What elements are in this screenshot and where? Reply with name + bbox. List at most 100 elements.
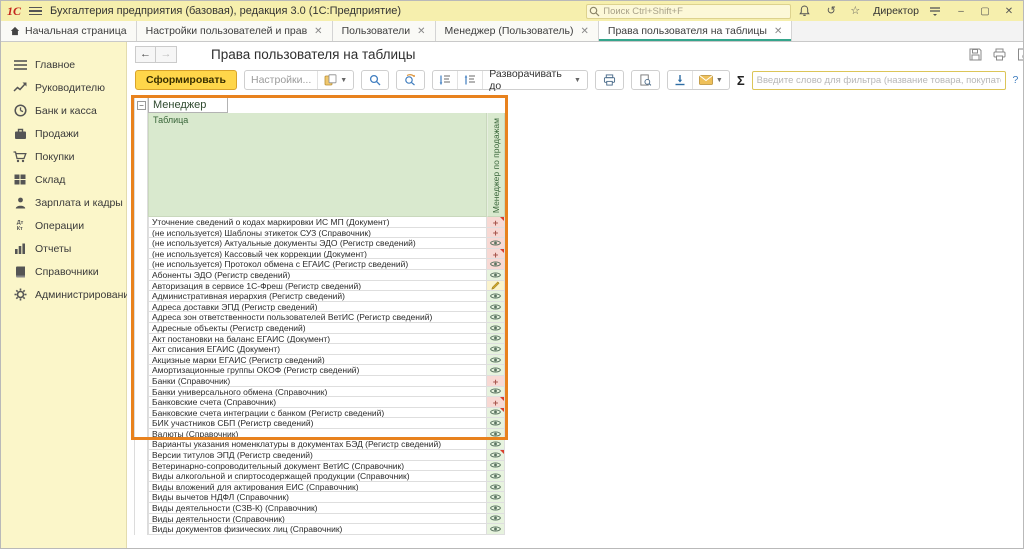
- row-label[interactable]: Ветеринарно-сопроводительный документ Ве…: [148, 461, 487, 472]
- access-cell[interactable]: [487, 450, 505, 461]
- row-label[interactable]: Амортизационные группы ОКОФ (Регистр све…: [148, 365, 487, 376]
- row-label[interactable]: Банки (Справочник): [148, 376, 487, 387]
- sidebar-item-10[interactable]: Администрирование: [1, 283, 126, 306]
- global-search-input[interactable]: [586, 4, 791, 19]
- access-cell[interactable]: +: [487, 228, 505, 239]
- history-icon[interactable]: ↺: [823, 2, 839, 20]
- row-label[interactable]: Виды алкогольной и спиртосодержащей прод…: [148, 471, 487, 482]
- tab-2[interactable]: Пользователи✕: [333, 21, 436, 41]
- sidebar-item-1[interactable]: Руководителю: [1, 76, 126, 99]
- access-cell[interactable]: [487, 461, 505, 472]
- maximize-icon[interactable]: ▢: [977, 6, 993, 17]
- notifications-bell-icon[interactable]: [799, 5, 815, 17]
- table-row[interactable]: Адресные объекты (Регистр сведений): [134, 323, 505, 334]
- collapse-levels-icon[interactable]: [433, 71, 457, 89]
- access-cell[interactable]: +: [487, 397, 505, 408]
- print-icon[interactable]: [993, 48, 1006, 61]
- row-label[interactable]: Абоненты ЭДО (Регистр сведений): [148, 270, 487, 281]
- table-row[interactable]: Ветеринарно-сопроводительный документ Ве…: [134, 461, 505, 472]
- table-row[interactable]: Виды вложений для актирования ЕИС (Справ…: [134, 482, 505, 493]
- row-label[interactable]: (не используется) Протокол обмена с ЕГАИ…: [148, 259, 487, 270]
- minimize-icon[interactable]: –: [953, 6, 969, 17]
- access-cell[interactable]: [487, 259, 505, 270]
- table-row[interactable]: Авторизация в сервисе 1С-Фреш (Регистр с…: [134, 281, 505, 292]
- table-row[interactable]: Амортизационные группы ОКОФ (Регистр све…: [134, 365, 505, 376]
- access-cell[interactable]: +: [487, 376, 505, 387]
- forward-button[interactable]: →: [156, 46, 177, 63]
- row-label[interactable]: Адреса зон ответственности пользователей…: [148, 312, 487, 323]
- sidebar-item-7[interactable]: ДтКтОперации: [1, 214, 126, 237]
- access-cell[interactable]: [487, 492, 505, 503]
- access-cell[interactable]: [487, 482, 505, 493]
- table-row[interactable]: Виды алкогольной и спиртосодержащей прод…: [134, 471, 505, 482]
- table-row[interactable]: Банковские счета интеграции с банком (Ре…: [134, 408, 505, 419]
- save-report-icon[interactable]: [668, 71, 692, 89]
- sidebar-item-0[interactable]: Главное: [1, 53, 126, 76]
- preview-icon[interactable]: [1017, 48, 1024, 61]
- row-label[interactable]: Адреса доставки ЭПД (Регистр сведений): [148, 302, 487, 313]
- settings-button[interactable]: Настройки...: [245, 71, 317, 89]
- send-email-icon[interactable]: ▼: [692, 71, 729, 89]
- close-tab-icon[interactable]: ✕: [581, 26, 589, 37]
- table-row[interactable]: Акт списания ЕГАИС (Документ): [134, 344, 505, 355]
- tab-1[interactable]: Настройки пользователей и прав✕: [137, 21, 333, 41]
- access-cell[interactable]: [487, 334, 505, 345]
- row-label[interactable]: Административная иерархия (Регистр сведе…: [148, 291, 487, 302]
- filter-input[interactable]: [752, 71, 1006, 90]
- sidebar-item-2[interactable]: Банк и касса: [1, 99, 126, 122]
- table-row[interactable]: Абоненты ЭДО (Регистр сведений): [134, 270, 505, 281]
- row-label[interactable]: Банковские счета интеграции с банком (Ре…: [148, 408, 487, 419]
- table-row[interactable]: Банковские счета (Справочник)+: [134, 397, 505, 408]
- table-row[interactable]: Акт постановки на баланс ЕГАИС (Документ…: [134, 334, 505, 345]
- table-row[interactable]: Виды вычетов НДФЛ (Справочник): [134, 492, 505, 503]
- row-label[interactable]: Адресные объекты (Регистр сведений): [148, 323, 487, 334]
- sidebar-item-5[interactable]: Склад: [1, 168, 126, 191]
- row-label[interactable]: Виды документов физических лиц (Справочн…: [148, 524, 487, 535]
- row-label[interactable]: Виды вложений для актирования ЕИС (Справ…: [148, 482, 487, 493]
- access-cell[interactable]: [487, 408, 505, 419]
- row-label[interactable]: Валюты (Справочник): [148, 429, 487, 440]
- group-label[interactable]: Менеджер: [148, 98, 228, 113]
- save-icon[interactable]: [969, 48, 982, 61]
- access-cell[interactable]: [487, 291, 505, 302]
- find-button[interactable]: [361, 70, 389, 90]
- row-label[interactable]: Банки универсального обмена (Справочник): [148, 387, 487, 398]
- sidebar-item-3[interactable]: Продажи: [1, 122, 126, 145]
- row-label[interactable]: Виды деятельности (Справочник): [148, 514, 487, 525]
- group-row[interactable]: − Менеджер: [134, 98, 505, 113]
- row-label[interactable]: (не используется) Актуальные документы Э…: [148, 238, 487, 249]
- service-menu-icon[interactable]: [929, 6, 945, 16]
- access-cell[interactable]: [487, 503, 505, 514]
- row-label[interactable]: БИК участников СБП (Регистр сведений): [148, 418, 487, 429]
- row-label[interactable]: Банковские счета (Справочник): [148, 397, 487, 408]
- table-row[interactable]: БИК участников СБП (Регистр сведений): [134, 418, 505, 429]
- column-header-manager[interactable]: Менеджер по продажам: [487, 113, 505, 217]
- access-cell[interactable]: [487, 439, 505, 450]
- row-label[interactable]: Виды деятельности (СЗВ-К) (Справочник): [148, 503, 487, 514]
- sidebar-item-9[interactable]: Справочники: [1, 260, 126, 283]
- access-cell[interactable]: [487, 281, 505, 292]
- table-row[interactable]: (не используется) Шаблоны этикеток СУЗ (…: [134, 228, 505, 239]
- back-button[interactable]: ←: [135, 46, 156, 63]
- report-variants-icon[interactable]: ▼: [317, 71, 353, 89]
- table-row[interactable]: Виды деятельности (Справочник): [134, 514, 505, 525]
- access-cell[interactable]: [487, 429, 505, 440]
- sidebar-item-4[interactable]: Покупки: [1, 145, 126, 168]
- access-cell[interactable]: +: [487, 249, 505, 260]
- table-row[interactable]: Уточнение сведений о кодах маркировки ИС…: [134, 217, 505, 228]
- access-cell[interactable]: [487, 471, 505, 482]
- close-window-icon[interactable]: ✕: [1001, 6, 1017, 17]
- generate-button[interactable]: Сформировать: [135, 70, 237, 90]
- access-cell[interactable]: [487, 323, 505, 334]
- row-label[interactable]: (не используется) Шаблоны этикеток СУЗ (…: [148, 228, 487, 239]
- access-cell[interactable]: [487, 418, 505, 429]
- table-row[interactable]: Виды деятельности (СЗВ-К) (Справочник): [134, 503, 505, 514]
- row-label[interactable]: Акт постановки на баланс ЕГАИС (Документ…: [148, 334, 487, 345]
- table-row[interactable]: Виды документов физических лиц (Справочн…: [134, 524, 505, 535]
- table-row[interactable]: Версии титулов ЭПД (Регистр сведений): [134, 450, 505, 461]
- help-button[interactable]: ?: [1013, 74, 1019, 86]
- table-row[interactable]: Валюты (Справочник): [134, 429, 505, 440]
- tab-0[interactable]: Начальная страница: [1, 21, 137, 41]
- collapse-group-icon[interactable]: −: [137, 101, 146, 110]
- preview-report-button[interactable]: [631, 70, 660, 90]
